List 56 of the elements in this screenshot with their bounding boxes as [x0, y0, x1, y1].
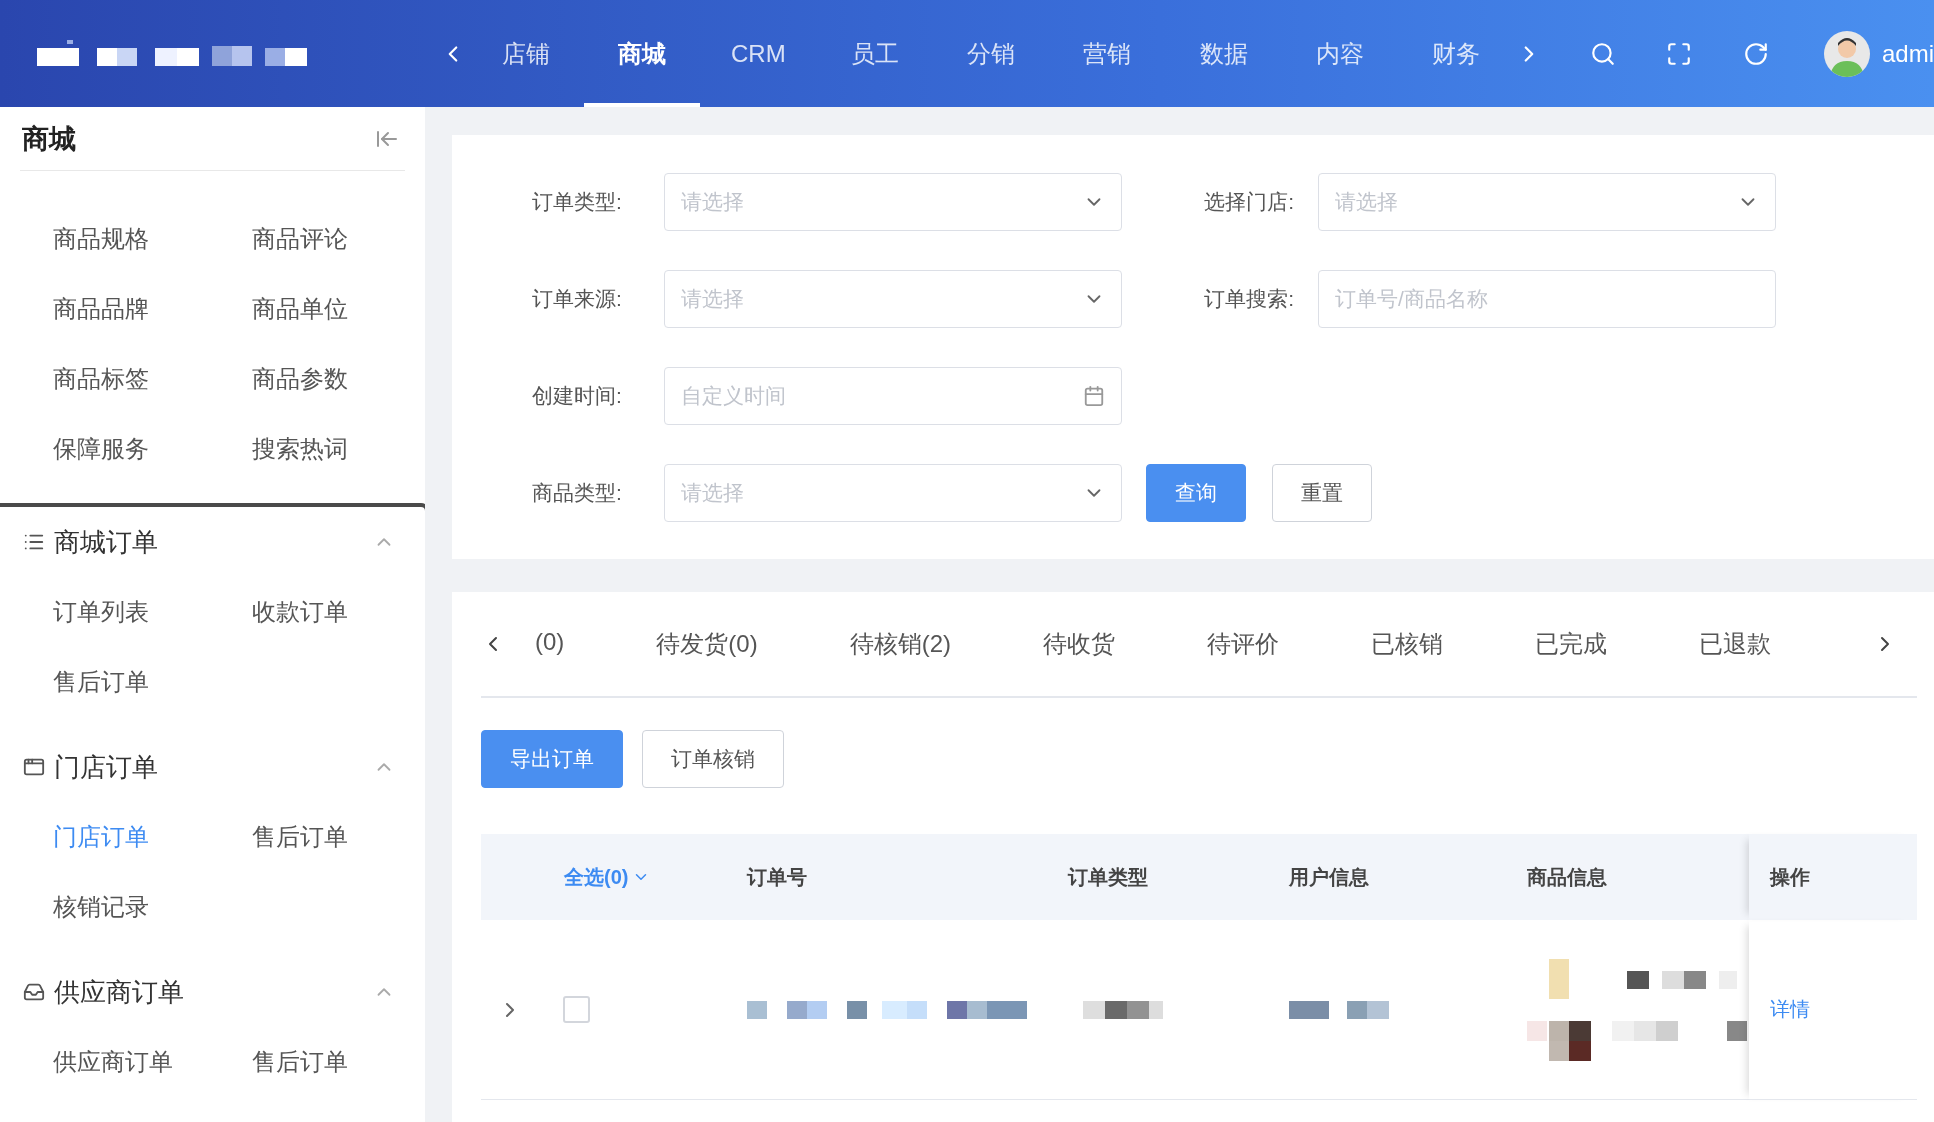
- menu-section-header[interactable]: 商城订单: [0, 517, 425, 567]
- nav-tab[interactable]: CRM: [700, 0, 817, 107]
- menu-item[interactable]: 商品品牌: [53, 274, 252, 344]
- menu-item[interactable]: 售后订单: [252, 802, 425, 872]
- field-label: 创建时间:: [532, 383, 622, 409]
- status-tab[interactable]: 待核销(2): [849, 628, 952, 660]
- menu-item[interactable]: 商品单位: [252, 274, 425, 344]
- menu-item[interactable]: 订单列表: [53, 577, 252, 647]
- nav-tab[interactable]: 店铺: [467, 0, 584, 107]
- status-tab[interactable]: 已完成: [1535, 628, 1608, 660]
- column-header: 操作: [1770, 864, 1810, 890]
- inbox-icon: [23, 981, 45, 1003]
- calendar-icon: [1083, 385, 1105, 407]
- menu-item[interactable]: 搜索热词: [252, 414, 425, 484]
- status-tab[interactable]: (0): [535, 628, 565, 660]
- column-header: 订单号: [747, 864, 807, 890]
- menu-item[interactable]: 商品参数: [252, 344, 425, 414]
- reset-button[interactable]: 重置: [1272, 464, 1372, 522]
- menu-item[interactable]: 收款订单: [252, 577, 425, 647]
- field-label: 选择门店:: [1204, 189, 1294, 215]
- nav-tab[interactable]: 营销: [1049, 0, 1166, 107]
- fullscreen-icon[interactable]: [1666, 40, 1693, 67]
- menu-item[interactable]: 商品规格: [53, 204, 252, 274]
- nav-tab[interactable]: 分销: [932, 0, 1050, 107]
- status-tab[interactable]: 已核销: [1371, 628, 1444, 660]
- column-header: 用户信息: [1289, 864, 1369, 890]
- nav-tab[interactable]: 商城: [583, 0, 701, 107]
- avatar-icon[interactable]: [1824, 30, 1870, 77]
- column-header: 商品信息: [1527, 864, 1607, 890]
- refresh-icon[interactable]: [1742, 40, 1769, 67]
- status-tab[interactable]: 待评价: [1207, 628, 1280, 660]
- menu-item[interactable]: 商品评论: [252, 204, 425, 274]
- menu-section-header[interactable]: 供应商订单: [0, 967, 425, 1017]
- status-tab[interactable]: 已退款: [1699, 628, 1772, 660]
- menu-section-header[interactable]: 门店订单: [0, 742, 425, 792]
- sidebar-title: 商城: [22, 122, 76, 156]
- field-label: 订单搜索:: [1204, 286, 1294, 312]
- menu-item[interactable]: 保障服务: [53, 414, 252, 484]
- status-tab[interactable]: 待发货(0): [656, 628, 758, 660]
- menu-item[interactable]: 售后订单: [53, 647, 252, 717]
- menu-item[interactable]: 售后订单: [252, 1027, 425, 1097]
- row-checkbox[interactable]: [563, 996, 590, 1023]
- nav-tab[interactable]: 数据: [1165, 0, 1282, 107]
- verify-button[interactable]: 订单核销: [642, 730, 784, 788]
- search-icon[interactable]: [1589, 40, 1616, 67]
- field-label: 订单来源:: [532, 286, 622, 312]
- window-icon: [23, 756, 45, 778]
- menu-item[interactable]: 核销记录: [53, 872, 252, 942]
- column-header: 订单类型: [1068, 864, 1148, 890]
- status-tab[interactable]: 待收货: [1043, 628, 1116, 660]
- field-label: 订单类型:: [532, 189, 622, 215]
- field-label: 商品类型:: [532, 480, 622, 506]
- nav-tab[interactable]: 内容: [1281, 0, 1399, 107]
- nav-tab[interactable]: 员工: [816, 0, 933, 107]
- menu-item[interactable]: 供应商订单: [53, 1027, 252, 1097]
- menu-item[interactable]: 商品标签: [53, 344, 252, 414]
